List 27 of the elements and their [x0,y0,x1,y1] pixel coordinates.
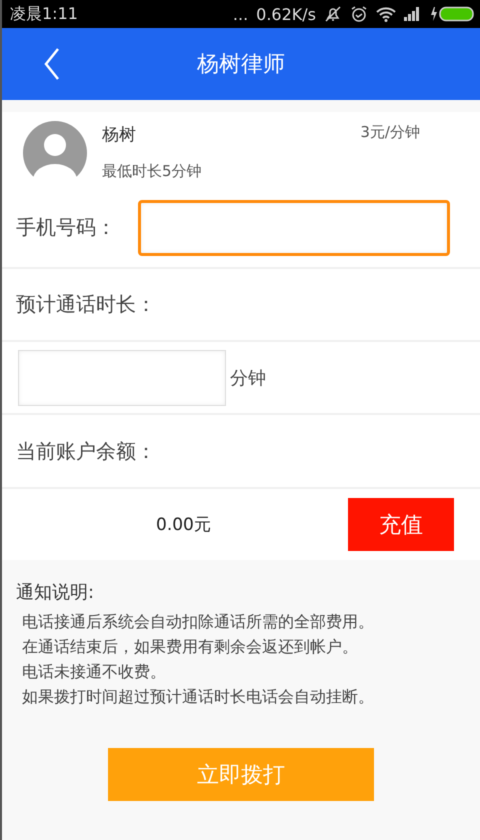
price-per-minute: 3元/分钟 [360,123,420,143]
notice-line: 电话接通后系统会自动扣除通话所需的全部费用。 [21,612,375,633]
back-icon [44,47,60,81]
phone-label: 手机号码： [16,214,116,241]
notification-dots: ... [232,4,248,24]
duration-input-field[interactable] [18,350,226,406]
page-title: 杨树律师 [197,51,285,79]
lawyer-name: 杨树 [102,124,136,146]
notice-title: 通知说明: [16,581,96,604]
call-now-button[interactable]: 立即拨打 [108,748,374,801]
notice-line: 如果拨打时间超过预计通话时长电话会自动挂断。 [21,687,375,708]
notice-line: 电话未接通不收费。 [21,662,167,683]
muted-bell-icon [324,5,342,23]
balance-label: 当前账户余额： [16,438,156,464]
clock-time: 凌晨1:11 [10,4,78,24]
notice-line: 在通话结束后，如果费用有剩余会返还到帐户。 [21,637,359,658]
duration-label: 预计通话时长： [16,291,156,318]
phone-input-field[interactable] [138,200,450,256]
alarm-icon [350,5,368,23]
wifi-icon [376,6,396,22]
minutes-unit: 分钟 [230,366,266,390]
recharge-button[interactable]: 充值 [348,498,454,551]
minimum-duration: 最低时长5分钟 [102,162,203,181]
network-speed: 0.62K/s [256,4,316,24]
balance-amount: 0.00元 [156,514,211,536]
signal-icon [404,7,422,21]
battery-icon [430,6,474,22]
